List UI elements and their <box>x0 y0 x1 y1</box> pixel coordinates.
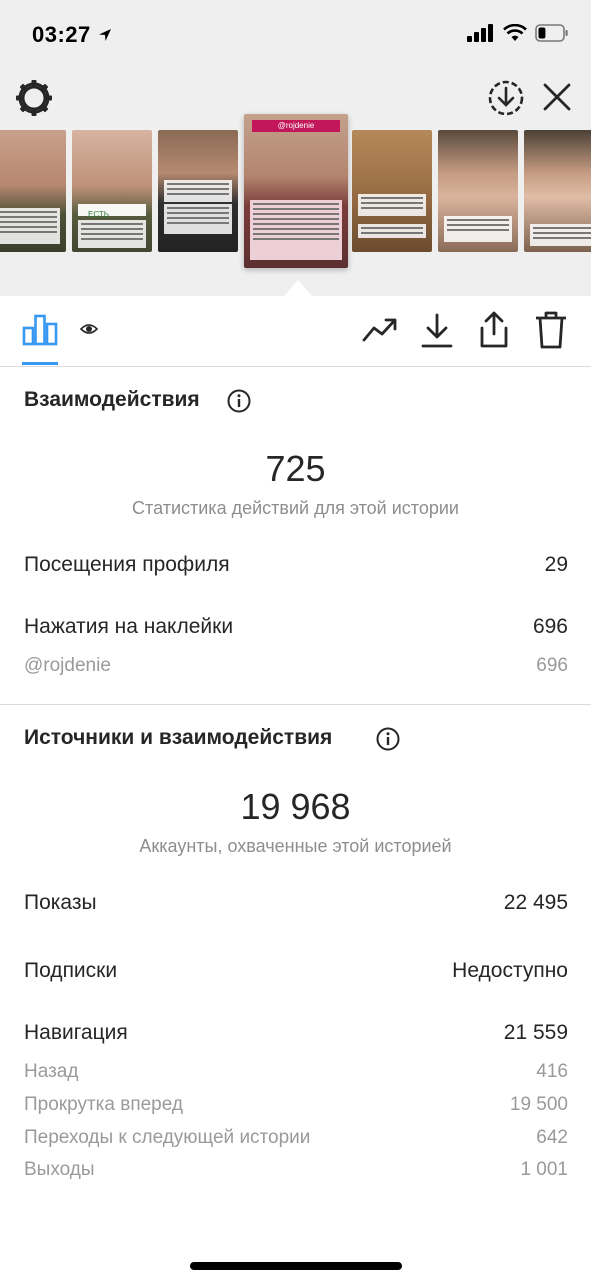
navigation-row: Навигация 21 559 <box>24 1021 568 1045</box>
row-label: Показы <box>24 891 97 914</box>
story-thumbnail[interactable]: ЕСТЬ <box>72 130 152 252</box>
row-value: 696 <box>536 655 568 676</box>
nav-forward-row: Прокрутка вперед 19 500 <box>24 1094 568 1116</box>
trend-icon[interactable] <box>362 316 398 344</box>
row-value: 696 <box>532 615 568 638</box>
row-label: Прокрутка вперед <box>24 1094 183 1115</box>
info-icon[interactable] <box>227 389 251 413</box>
status-time: 03:27 <box>32 22 113 48</box>
profile-visits-row: Посещения профиля 29 <box>24 553 568 577</box>
row-value: 19 500 <box>509 1094 568 1115</box>
row-value: 29 <box>544 553 568 576</box>
discovery-title: Источники и взаимодействия <box>24 726 333 749</box>
story-tag: ЕСТЬ <box>88 210 109 219</box>
interactions-title: Взаимодействия <box>24 388 200 411</box>
story-thumbnail[interactable] <box>438 130 518 252</box>
nav-exits-row: Выходы 1 001 <box>24 1159 568 1181</box>
nav-next-story-row: Переходы к следующей истории 642 <box>24 1127 568 1149</box>
story-thumbnail[interactable] <box>352 130 432 252</box>
bar-chart-icon[interactable] <box>22 312 58 348</box>
row-value: 416 <box>536 1061 568 1082</box>
story-thumbnail[interactable] <box>524 130 591 252</box>
story-tag: @rojdenie <box>252 120 340 132</box>
wifi-icon <box>503 24 527 41</box>
impressions-row: Показы 22 495 <box>24 891 568 915</box>
status-icons <box>467 24 569 42</box>
interactions-total: 725 <box>265 448 326 489</box>
row-value: 642 <box>536 1127 568 1148</box>
interactions-caption: Статистика действий для этой истории <box>132 498 459 518</box>
cellular-signal-icon <box>467 24 493 42</box>
row-label: Посещения профиля <box>24 553 230 576</box>
row-label: @rojdenie <box>24 655 111 676</box>
trash-icon[interactable] <box>534 310 568 350</box>
reach-caption: Аккаунты, охваченные этой историей <box>139 836 452 856</box>
share-icon[interactable] <box>476 310 512 350</box>
row-label: Навигация <box>24 1021 128 1044</box>
row-label: Нажатия на наклейки <box>24 615 234 638</box>
row-value: 21 559 <box>503 1021 568 1044</box>
location-arrow-icon <box>99 29 112 41</box>
info-icon[interactable] <box>376 727 400 751</box>
row-label: Выходы <box>24 1159 95 1180</box>
row-label: Назад <box>24 1061 79 1082</box>
nav-back-row: Назад 416 <box>24 1061 568 1083</box>
settings-gear-icon[interactable] <box>14 78 54 118</box>
row-value: 22 495 <box>503 891 568 914</box>
story-thumbnail[interactable] <box>158 130 238 252</box>
story-thumbnail-selected[interactable]: @rojdenie <box>244 114 348 268</box>
story-thumbnails-strip[interactable]: ЕСТЬ @rojdenie <box>0 114 591 270</box>
active-tab-indicator <box>22 362 58 365</box>
close-icon[interactable] <box>540 80 574 114</box>
time-text: 03:27 <box>32 22 91 47</box>
reach-total: 19 968 <box>240 786 351 827</box>
selected-pointer <box>284 280 312 296</box>
status-bar: 03:27 <box>0 0 591 70</box>
sticker-mention-row: @rojdenie 696 <box>24 655 568 677</box>
home-indicator[interactable] <box>190 1262 402 1270</box>
insights-toolbar <box>0 296 591 367</box>
sticker-taps-row: Нажатия на наклейки 696 <box>24 615 568 639</box>
section-divider <box>0 704 591 705</box>
row-value: Недоступно <box>452 959 568 982</box>
row-label: Подписки <box>24 959 118 982</box>
download-icon[interactable] <box>420 312 454 350</box>
story-thumbnail[interactable] <box>0 130 66 252</box>
save-story-icon[interactable] <box>486 78 526 118</box>
eye-icon[interactable] <box>80 322 98 336</box>
follows-row: Подписки Недоступно <box>24 959 568 983</box>
battery-icon <box>535 24 568 42</box>
row-label: Переходы к следующей истории <box>24 1127 311 1148</box>
row-value: 1 001 <box>520 1159 568 1180</box>
